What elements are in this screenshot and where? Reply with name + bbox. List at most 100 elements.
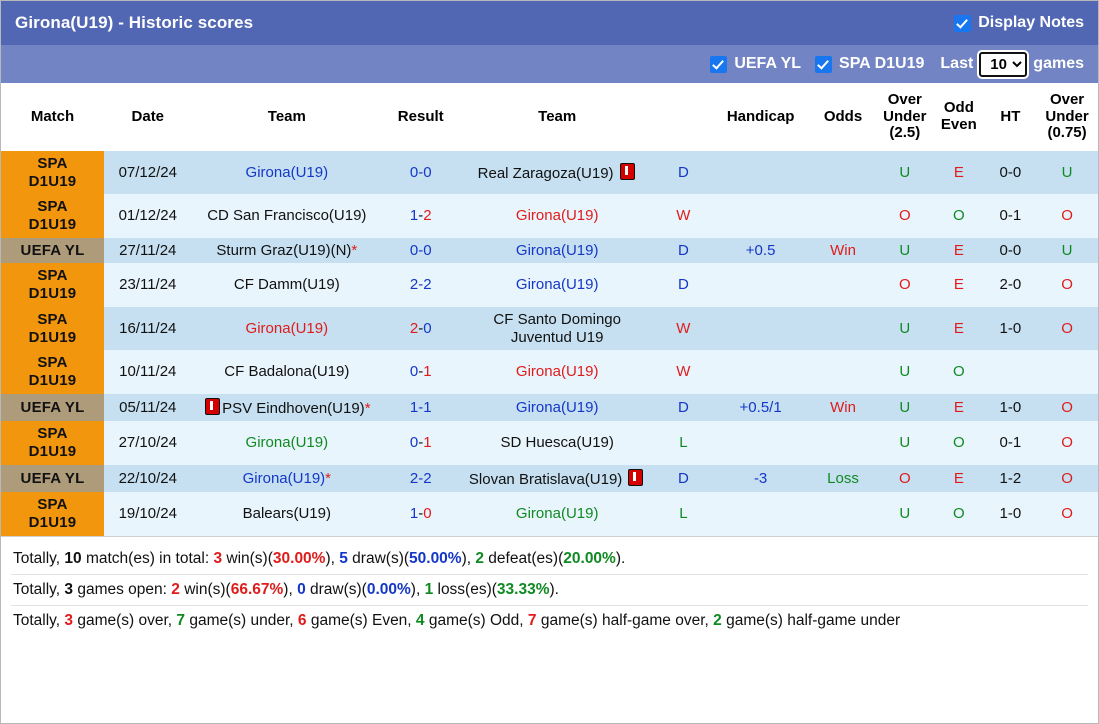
ou25-value: O bbox=[898, 276, 911, 294]
handicap-cell: -3 bbox=[711, 464, 810, 493]
s2-n7: 33.33% bbox=[496, 580, 550, 598]
odd-even-value: E bbox=[953, 276, 964, 294]
match-date: 27/11/24 bbox=[104, 237, 192, 264]
team-name: Sturm Graz(U19)(N) bbox=[216, 241, 352, 259]
away-team-cell[interactable]: Girona(U19) bbox=[459, 350, 656, 394]
away-team-cell[interactable]: Girona(U19) bbox=[459, 492, 656, 536]
display-notes-toggle[interactable]: Display Notes bbox=[954, 14, 1084, 32]
odd-even-cell: O bbox=[933, 194, 985, 238]
odds-cell bbox=[809, 421, 877, 465]
wdl-value: D bbox=[677, 163, 689, 181]
col-match: Match bbox=[1, 83, 104, 151]
col-oddeven-line2: Even bbox=[940, 116, 977, 133]
s2-t5: draw(s)( bbox=[305, 580, 367, 598]
table-row[interactable]: UEFA YL 05/11/24 PSV Eindhoven(U19)* 1-1 Gir… bbox=[1, 393, 1098, 422]
filter-spa-d1u19[interactable]: SPA D1U19 bbox=[815, 55, 924, 73]
competition-badge: SPA D1U19 bbox=[1, 350, 104, 394]
ou075-value: O bbox=[1061, 398, 1073, 416]
result-score: 2-2 bbox=[409, 469, 432, 487]
away-team-cell[interactable]: Real Zaragoza(U19) bbox=[459, 151, 656, 195]
away-team-cell[interactable]: Girona(U19) bbox=[459, 194, 656, 238]
competition-badge: SPA D1U19 bbox=[1, 306, 104, 351]
over-under-25-cell: U bbox=[876, 492, 934, 536]
over-under-25-cell: U bbox=[876, 393, 934, 422]
filter-uefa-yl[interactable]: UEFA YL bbox=[710, 55, 801, 73]
home-team-cell[interactable]: CD San Francisco(U19) bbox=[191, 194, 383, 238]
result-cell: 1-0 bbox=[382, 492, 460, 536]
home-team-cell[interactable]: Girona(U19)* bbox=[191, 464, 383, 493]
handicap-value: +0.5/1 bbox=[739, 398, 782, 416]
table-row[interactable]: SPA D1U19 01/12/24 CD San Francisco(U19) 1-2… bbox=[1, 194, 1098, 238]
last-games-select[interactable]: 10203050 bbox=[977, 49, 1030, 79]
away-team-cell[interactable]: Girona(U19) bbox=[459, 393, 656, 422]
away-team-cell[interactable]: CF Santo Domingo Juventud U19 bbox=[459, 306, 656, 351]
home-team-cell[interactable]: PSV Eindhoven(U19)* bbox=[191, 393, 383, 422]
s1-t8: ). bbox=[615, 549, 626, 567]
uefa-yl-checkbox[interactable] bbox=[710, 55, 728, 73]
odd-even-cell: O bbox=[933, 492, 985, 536]
s1-t3: win(s)( bbox=[222, 549, 273, 567]
away-team-cell[interactable]: Girona(U19) bbox=[459, 263, 656, 307]
table-row[interactable]: SPA D1U19 23/11/24 CF Damm(U19) 2-2 Girona(U1… bbox=[1, 263, 1098, 307]
half-time-score-cell: 0-0 bbox=[984, 151, 1037, 195]
half-time-score-cell: 2-0 bbox=[984, 263, 1037, 307]
wdl-value: D bbox=[677, 469, 689, 487]
table-row[interactable]: UEFA YL 27/11/24 Sturm Graz(U19)(N)* 0-0 Gir… bbox=[1, 237, 1098, 264]
win-draw-loss-cell: L bbox=[655, 421, 712, 465]
odds-cell: Win bbox=[809, 237, 877, 264]
wdl-value: W bbox=[676, 319, 691, 337]
team-name: Girona(U19) bbox=[515, 207, 599, 225]
ou25-value: U bbox=[899, 241, 911, 259]
home-team-cell[interactable]: Girona(U19) bbox=[191, 421, 383, 465]
s1-t7: defeat(es)( bbox=[484, 549, 564, 567]
over-under-075-cell: O bbox=[1036, 492, 1098, 536]
spa-d1u19-checkbox[interactable] bbox=[815, 55, 833, 73]
result-away: 0 bbox=[423, 319, 432, 337]
handicap-cell bbox=[711, 151, 810, 195]
away-team-cell[interactable]: SD Huesca(U19) bbox=[459, 421, 656, 465]
over-under-075-cell bbox=[1036, 350, 1098, 394]
match-date: 19/10/24 bbox=[104, 492, 192, 536]
table-row[interactable]: SPA D1U19 19/10/24 Balears(U19) 1-0 Girona(U1… bbox=[1, 492, 1098, 536]
home-team-cell[interactable]: Balears(U19) bbox=[191, 492, 383, 536]
handicap-cell: +0.5 bbox=[711, 237, 810, 264]
table-row[interactable]: SPA D1U19 16/11/24 Girona(U19) 2-0 CF Santo D… bbox=[1, 306, 1098, 351]
result-away: 1 bbox=[423, 363, 432, 381]
away-team-cell[interactable]: Girona(U19) bbox=[459, 237, 656, 264]
home-team-cell[interactable]: Sturm Graz(U19)(N)* bbox=[191, 237, 383, 264]
home-team-cell[interactable]: Girona(U19) bbox=[191, 151, 383, 195]
over-under-25-cell: U bbox=[876, 421, 934, 465]
over-under-25-cell: U bbox=[876, 306, 934, 351]
ou075-value: O bbox=[1061, 434, 1073, 452]
wdl-value: D bbox=[677, 241, 689, 259]
wdl-value: L bbox=[679, 505, 688, 523]
result-cell: 2-0 bbox=[382, 306, 460, 351]
display-notes-checkbox[interactable] bbox=[954, 14, 972, 32]
win-draw-loss-cell: D bbox=[655, 237, 712, 264]
ou075-value: O bbox=[1061, 505, 1073, 523]
table-row[interactable]: UEFA YL 22/10/24 Girona(U19)* 2-2 Slovan Bra… bbox=[1, 464, 1098, 493]
table-row[interactable]: SPA D1U19 10/11/24 CF Badalona(U19) 0-1 Giron… bbox=[1, 350, 1098, 394]
wdl-value: L bbox=[679, 434, 688, 452]
col-ou25-line3: (2.5) bbox=[889, 124, 921, 142]
home-team-cell[interactable]: CF Damm(U19) bbox=[191, 263, 383, 307]
half-time-score-cell: 0-0 bbox=[984, 237, 1037, 264]
uefa-yl-label: UEFA YL bbox=[734, 55, 802, 72]
odd-even-cell: E bbox=[933, 151, 985, 195]
home-team-cell[interactable]: CF Badalona(U19) bbox=[191, 350, 383, 394]
match-date: 01/12/24 bbox=[104, 194, 192, 238]
over-under-25-cell: O bbox=[876, 194, 934, 238]
neutral-venue-star: * bbox=[325, 469, 331, 487]
away-team-cell[interactable]: Slovan Bratislava(U19) bbox=[459, 464, 656, 493]
team-name: Girona(U19) bbox=[245, 434, 329, 452]
over-under-075-cell: U bbox=[1036, 151, 1098, 195]
result-cell: 0-1 bbox=[382, 421, 460, 465]
table-row[interactable]: SPA D1U19 27/10/24 Girona(U19) 0-1 SD Huesca(… bbox=[1, 421, 1098, 465]
odd-even-value: E bbox=[953, 469, 964, 487]
table-row[interactable]: SPA D1U19 07/12/24 Girona(U19) 0-0 Real Zarag… bbox=[1, 151, 1098, 195]
s3-n5: 7 bbox=[527, 611, 537, 629]
home-team-cell[interactable]: Girona(U19) bbox=[191, 306, 383, 351]
col-away-team: Team bbox=[459, 83, 656, 151]
handicap-cell bbox=[711, 350, 810, 394]
col-ht: HT bbox=[984, 83, 1037, 151]
